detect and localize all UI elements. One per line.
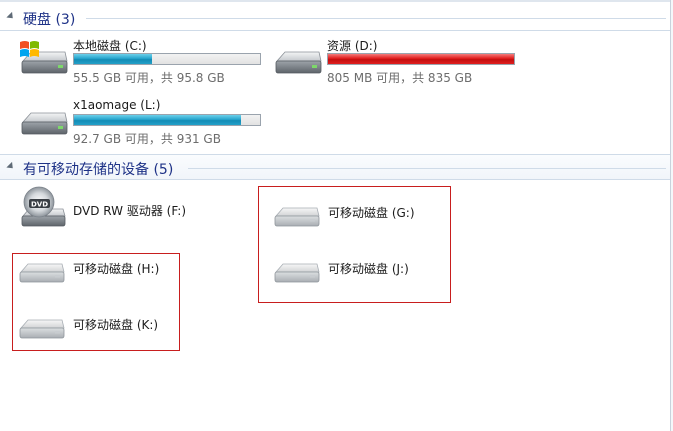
- dvd-drive-icon: DVD: [21, 186, 66, 227]
- group-header-removable[interactable]: 有可移动存储的设备 (5): [0, 154, 670, 180]
- dvd-drive-f[interactable]: DVD DVD RW 驱动器 (F:): [17, 186, 247, 230]
- capacity-bar-fill: [74, 54, 153, 64]
- highlight-box-left: [12, 253, 180, 351]
- group-title-hard-disks: 硬盘 (3): [23, 12, 76, 28]
- window-top-edge: [0, 0, 673, 2]
- group-header-hard-disks[interactable]: 硬盘 (3): [0, 5, 670, 31]
- capacity-bar-fill: [328, 54, 514, 64]
- group-divider: [86, 18, 666, 19]
- windows-system-drive-icon: [20, 41, 68, 74]
- drive-d[interactable]: 资源 (D:) 805 MB 可用，共 835 GB: [271, 37, 521, 85]
- capacity-bar: [327, 53, 515, 65]
- drive-name: x1aomage (L:): [73, 98, 161, 112]
- group-divider: [188, 168, 666, 169]
- drive-size-text: 92.7 GB 可用，共 931 GB: [73, 132, 221, 146]
- capacity-bar-fill: [74, 115, 242, 125]
- dvd-badge-text: DVD: [31, 201, 48, 209]
- collapse-arrow-icon[interactable]: [6, 11, 16, 22]
- drive-name: 资源 (D:): [327, 39, 378, 53]
- capacity-bar: [73, 114, 261, 126]
- drive-l[interactable]: x1aomage (L:) 92.7 GB 可用，共 931 GB: [17, 98, 267, 146]
- drive-name: 本地磁盘 (C:): [73, 39, 147, 53]
- drive-name: DVD RW 驱动器 (F:): [73, 204, 187, 218]
- hard-drive-icon: [21, 112, 68, 135]
- drive-size-text: 805 MB 可用，共 835 GB: [327, 71, 473, 85]
- group-title-removable: 有可移动存储的设备 (5): [23, 162, 174, 178]
- highlight-box-right: [258, 186, 451, 303]
- collapse-arrow-icon[interactable]: [6, 161, 16, 172]
- drive-c[interactable]: 本地磁盘 (C:) 55.5 GB 可用，共 95.8 GB: [17, 37, 267, 85]
- capacity-bar: [73, 53, 261, 65]
- drive-size-text: 55.5 GB 可用，共 95.8 GB: [73, 71, 225, 85]
- hard-drive-icon: [275, 51, 322, 74]
